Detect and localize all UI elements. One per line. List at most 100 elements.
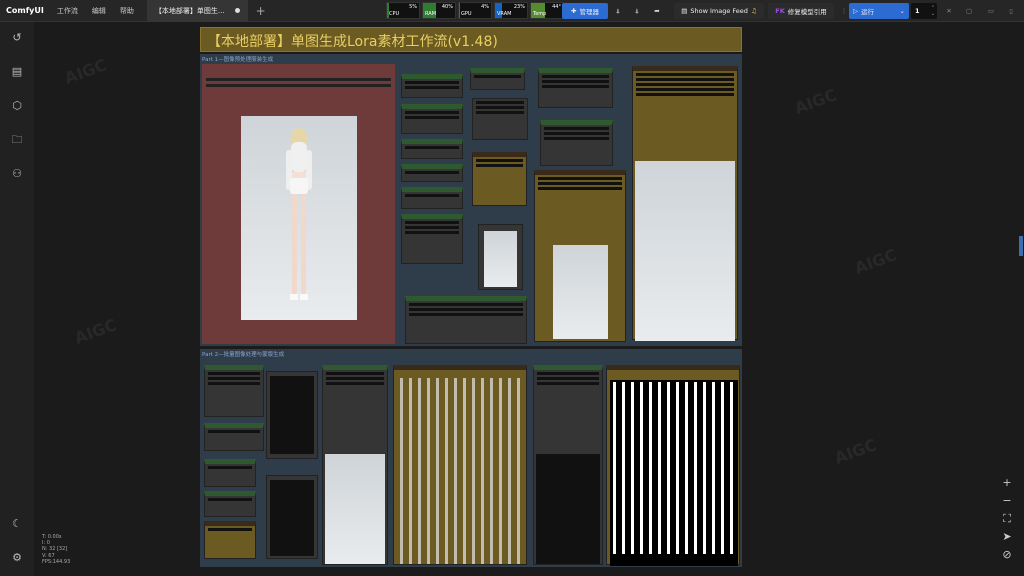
node-row[interactable] xyxy=(405,111,459,114)
queue-count-input[interactable]: 1 ⌃ ⌄ xyxy=(911,3,937,19)
node-row[interactable] xyxy=(474,75,521,78)
workflow-title-banner[interactable]: 【本地部署】单图生成Lora素材工作流(v1.48) xyxy=(200,27,742,52)
node-row[interactable] xyxy=(405,231,459,234)
panel-icon[interactable]: ▭ xyxy=(984,3,998,19)
node-row[interactable] xyxy=(476,111,524,114)
batch-mask-node[interactable] xyxy=(606,365,740,566)
node-row[interactable] xyxy=(544,132,609,135)
node-row[interactable] xyxy=(208,382,260,385)
node-row[interactable] xyxy=(636,83,734,86)
node-row[interactable] xyxy=(208,528,252,531)
node-row[interactable] xyxy=(636,93,734,96)
run-button[interactable]: ▷ 运行 ⌄ xyxy=(849,3,909,19)
node[interactable] xyxy=(472,152,527,206)
node-row[interactable] xyxy=(326,372,384,375)
node-row[interactable] xyxy=(537,372,599,375)
node[interactable] xyxy=(401,187,463,209)
node-row[interactable] xyxy=(405,86,459,89)
show-image-feed-button[interactable]: ▤ Show Image Feed ♫ xyxy=(674,3,764,19)
group-part2[interactable]: Part 2—批量图像处理与蒙版生成 xyxy=(200,349,742,567)
zoom-out-icon[interactable]: − xyxy=(996,492,1018,510)
node-row[interactable] xyxy=(326,377,384,380)
node-map-alt-button[interactable]: ⍋ xyxy=(629,3,645,19)
model-cube-icon[interactable]: ⬡ xyxy=(10,99,24,113)
node-row[interactable] xyxy=(537,382,599,385)
preview-node[interactable] xyxy=(266,371,318,459)
node[interactable] xyxy=(204,521,256,559)
node-row[interactable] xyxy=(208,466,252,469)
node-row[interactable] xyxy=(544,127,609,130)
settings-gear-icon[interactable]: ⚙ xyxy=(10,551,24,565)
panel-edge-handle[interactable] xyxy=(1019,236,1023,256)
batch-preview-node[interactable] xyxy=(393,365,527,565)
node-row[interactable] xyxy=(636,73,734,76)
node-widget[interactable] xyxy=(206,78,391,81)
app-brand[interactable]: ComfyUI xyxy=(0,6,50,15)
node[interactable] xyxy=(204,423,264,451)
node-row[interactable] xyxy=(405,146,459,149)
node[interactable] xyxy=(401,164,463,182)
menu-workflow[interactable]: 工作流 xyxy=(50,6,85,16)
node-row[interactable] xyxy=(208,372,260,375)
node[interactable] xyxy=(405,296,527,344)
node-row[interactable] xyxy=(208,377,260,380)
node[interactable] xyxy=(632,66,738,341)
node-row[interactable] xyxy=(405,116,459,119)
history-icon[interactable]: ↺ xyxy=(10,31,24,45)
node[interactable] xyxy=(204,365,264,417)
node-row[interactable] xyxy=(636,88,734,91)
node-row[interactable] xyxy=(409,313,523,316)
node-row[interactable] xyxy=(538,177,622,180)
folder-icon[interactable]: 🗀 xyxy=(10,133,24,147)
group-part1[interactable]: Part 1—图像预处理服装生成 xyxy=(200,54,742,346)
window-square-icon[interactable]: ▢ xyxy=(962,3,976,19)
node[interactable] xyxy=(533,365,603,565)
node[interactable] xyxy=(470,68,525,90)
node-row[interactable] xyxy=(405,171,459,174)
node[interactable] xyxy=(534,170,626,342)
node-row[interactable] xyxy=(409,303,523,306)
node[interactable] xyxy=(472,98,528,140)
queue-list-icon[interactable]: ▤ xyxy=(10,65,24,79)
layout-icon[interactable]: ▯ xyxy=(1004,3,1018,19)
run-chevron-down-icon[interactable]: ⌄ xyxy=(900,7,909,15)
menu-edit[interactable]: 编辑 xyxy=(85,6,113,16)
node-row[interactable] xyxy=(542,85,609,88)
image-load-node[interactable] xyxy=(202,64,395,344)
theme-moon-icon[interactable]: ☾ xyxy=(10,517,24,531)
node-row[interactable] xyxy=(636,78,734,81)
node-row[interactable] xyxy=(476,106,524,109)
manager-button[interactable]: ✚ 管理器 xyxy=(562,3,608,19)
node-row[interactable] xyxy=(409,308,523,311)
stepper-icon[interactable]: ⌃ ⌄ xyxy=(931,5,937,17)
node-row[interactable] xyxy=(542,75,609,78)
node-row[interactable] xyxy=(326,382,384,385)
zoom-in-icon[interactable]: + xyxy=(996,474,1018,492)
node-row[interactable] xyxy=(405,226,459,229)
node-row[interactable] xyxy=(405,194,459,197)
node-row[interactable] xyxy=(405,81,459,84)
node-widget[interactable] xyxy=(206,84,391,87)
node[interactable] xyxy=(540,120,613,166)
node[interactable] xyxy=(401,139,463,159)
node-row[interactable] xyxy=(476,164,523,167)
node[interactable] xyxy=(204,491,256,517)
node-row[interactable] xyxy=(476,101,524,104)
node-library-icon[interactable]: ⚇ xyxy=(10,167,24,181)
node-row[interactable] xyxy=(208,498,252,501)
node-row[interactable] xyxy=(542,80,609,83)
hide-links-icon[interactable]: ⊘ xyxy=(996,546,1018,564)
node-map-button[interactable]: ⍋ xyxy=(610,3,626,19)
node[interactable] xyxy=(538,68,613,108)
new-tab-plus-icon[interactable]: + xyxy=(256,4,266,18)
node-row[interactable] xyxy=(476,159,523,162)
fit-view-icon[interactable]: ⛶ xyxy=(996,510,1018,528)
close-icon[interactable]: ✕ xyxy=(942,3,956,19)
node[interactable] xyxy=(401,104,463,134)
node-row[interactable] xyxy=(405,221,459,224)
node[interactable] xyxy=(401,74,463,98)
select-mode-icon[interactable]: ➤ xyxy=(996,528,1018,546)
menu-help[interactable]: 帮助 xyxy=(113,6,141,16)
node-row[interactable] xyxy=(544,137,609,140)
share-button[interactable]: ➦ xyxy=(649,3,665,19)
